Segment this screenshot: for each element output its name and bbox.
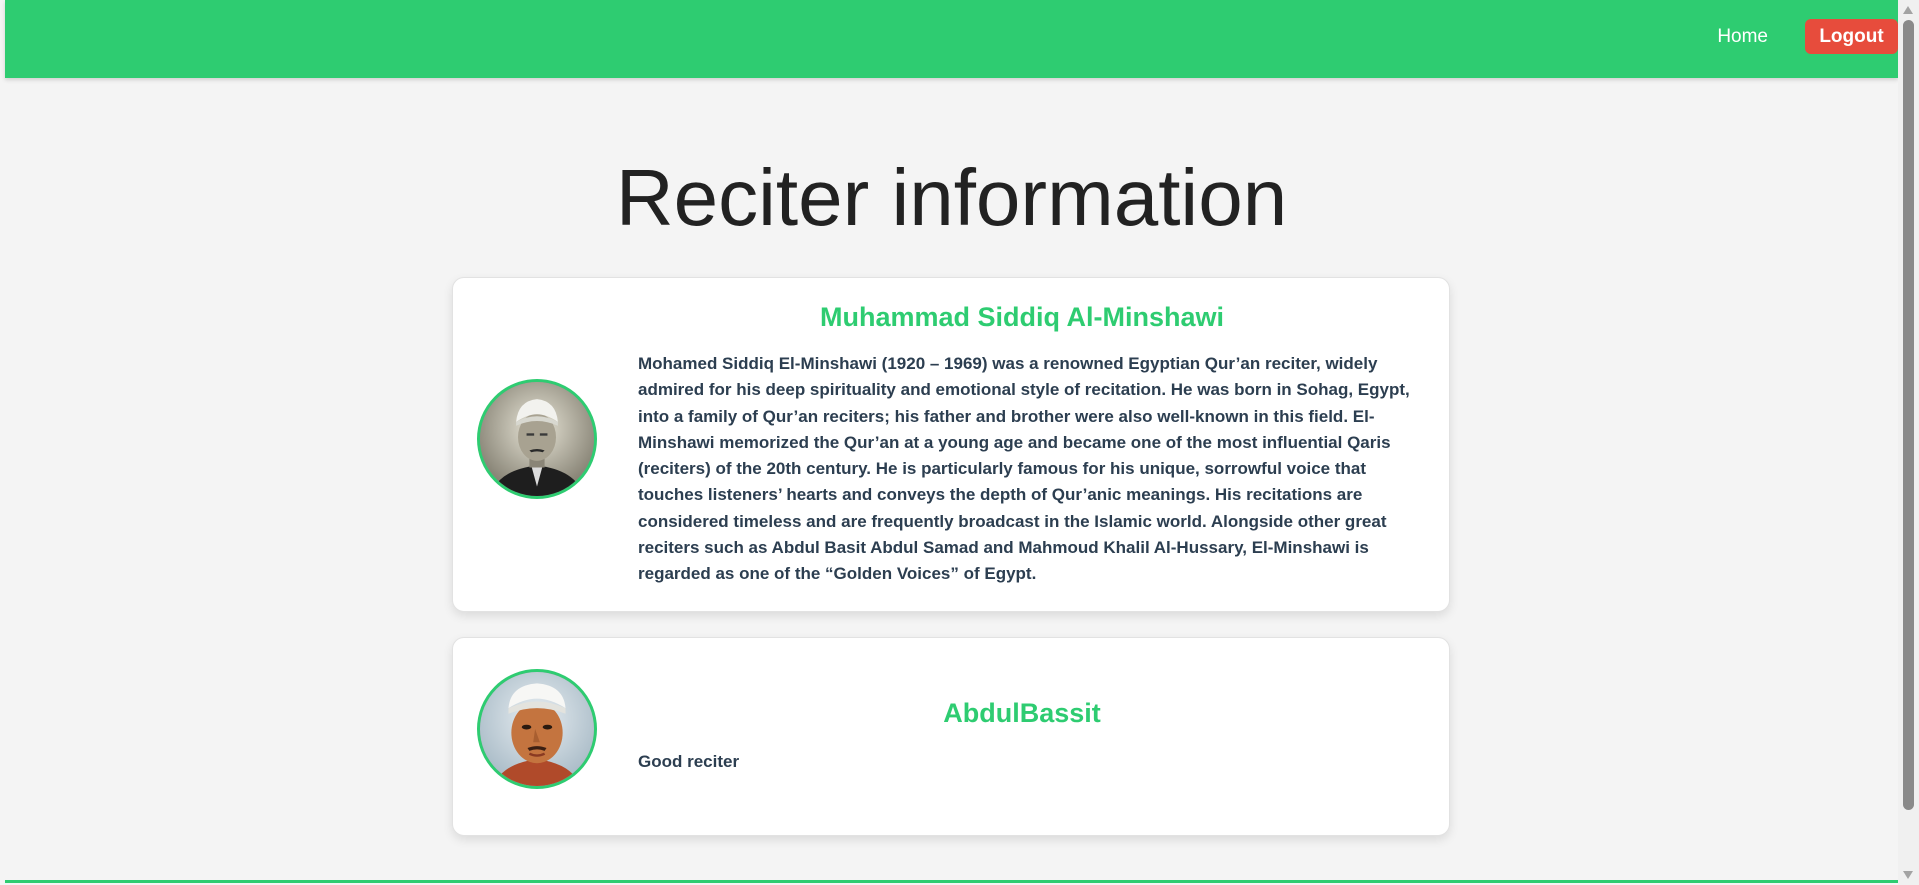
- footer-accent-line: [5, 880, 1898, 883]
- reciter-avatar: [477, 379, 597, 499]
- reciter-bio: Good reciter: [638, 752, 740, 771]
- browser-viewport: Home Logout Reciter information Muhammad…: [0, 0, 1919, 885]
- reciter-card: Muhammad Siddiq Al-Minshawi Mohamed Sidd…: [452, 277, 1450, 612]
- page: Home Logout Reciter information Muhammad…: [5, 0, 1898, 885]
- reciter-portrait-icon: [480, 382, 594, 496]
- vertical-scrollbar[interactable]: [1898, 0, 1919, 885]
- top-navbar: Home Logout: [5, 0, 1898, 78]
- nav-home-link[interactable]: Home: [1717, 26, 1768, 48]
- scrollbar-thumb[interactable]: [1903, 20, 1914, 810]
- scroll-up-arrow-icon[interactable]: [1903, 6, 1913, 14]
- reciter-avatar: [477, 669, 597, 789]
- page-title: Reciter information: [615, 153, 1288, 242]
- reciter-name: AbdulBassit: [943, 698, 1101, 728]
- logout-button[interactable]: Logout: [1805, 19, 1898, 54]
- reciter-name: Muhammad Siddiq Al-Minshawi: [819, 302, 1224, 332]
- reciter-card: AbdulBassit Good reciter: [452, 637, 1450, 836]
- reciter-portrait-icon: [480, 672, 594, 786]
- scroll-down-arrow-icon[interactable]: [1903, 871, 1913, 879]
- reciter-bio: Mohamed Siddiq El-Minshawi (1920 – 1969)…: [638, 354, 1410, 584]
